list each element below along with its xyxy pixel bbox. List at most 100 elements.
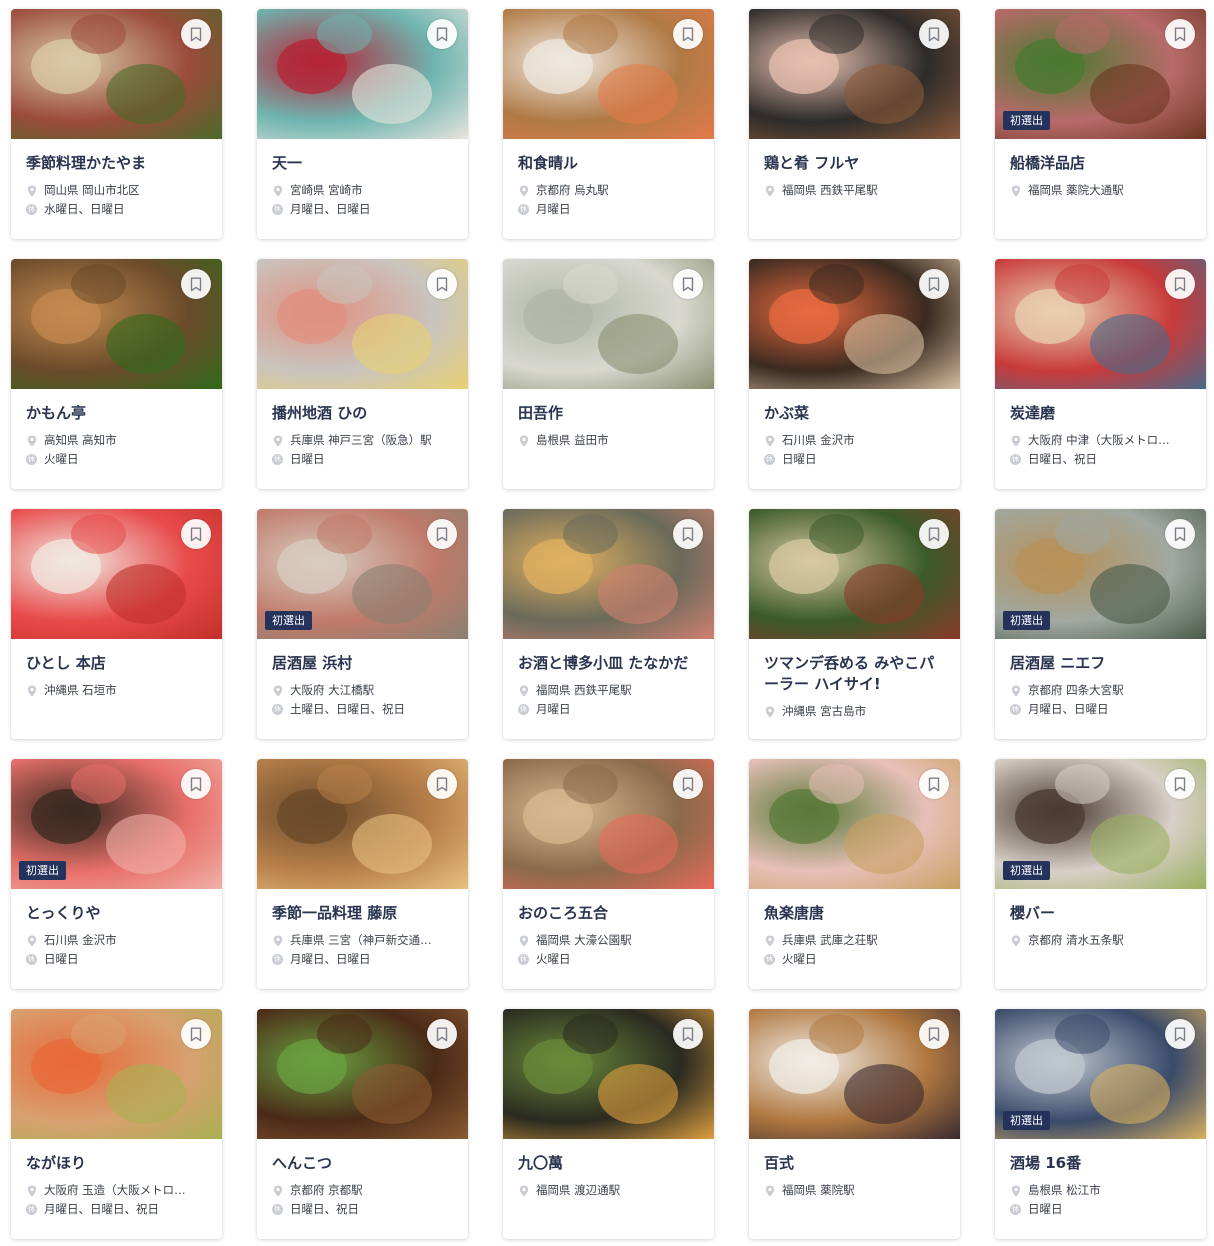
- restaurant-name[interactable]: 居酒屋 ニエフ: [1010, 653, 1191, 674]
- food-photo[interactable]: [749, 1009, 960, 1139]
- restaurant-card[interactable]: おのころ五合 福岡県 大濠公園駅 休 火曜日: [503, 759, 714, 989]
- restaurant-name[interactable]: 居酒屋 浜村: [272, 653, 453, 674]
- bookmark-button[interactable]: [1165, 19, 1195, 49]
- food-photo[interactable]: [257, 759, 468, 889]
- restaurant-card[interactable]: 鶏と肴 フルヤ 福岡県 西鉄平尾駅: [749, 9, 960, 239]
- restaurant-card[interactable]: 魚楽唐唐 兵庫県 武庫之荘駅 休 火曜日: [749, 759, 960, 989]
- restaurant-card[interactable]: 百式 福岡県 薬院駅: [749, 1009, 960, 1239]
- food-photo[interactable]: [11, 9, 222, 139]
- food-photo[interactable]: [257, 259, 468, 389]
- bookmark-button[interactable]: [427, 269, 457, 299]
- restaurant-card[interactable]: 初選出 とっくりや 石川県 金沢市 休 日曜日: [11, 759, 222, 989]
- bookmark-button[interactable]: [427, 19, 457, 49]
- food-photo[interactable]: [503, 509, 714, 639]
- food-photo[interactable]: [11, 509, 222, 639]
- bookmark-button[interactable]: [1165, 1019, 1195, 1049]
- bookmark-button[interactable]: [673, 269, 703, 299]
- restaurant-name[interactable]: 鶏と肴 フルヤ: [764, 153, 945, 174]
- restaurant-name[interactable]: 九〇萬: [518, 1153, 699, 1174]
- food-photo[interactable]: [503, 9, 714, 139]
- bookmark-button[interactable]: [427, 769, 457, 799]
- restaurant-card[interactable]: かもん亭 高知県 高知市 休 火曜日: [11, 259, 222, 489]
- restaurant-name[interactable]: 百式: [764, 1153, 945, 1174]
- food-photo[interactable]: [503, 759, 714, 889]
- restaurant-name[interactable]: 和食晴ル: [518, 153, 699, 174]
- bookmark-button[interactable]: [673, 519, 703, 549]
- restaurant-name[interactable]: ツマンデ呑める みやこパーラー ハイサイ!: [764, 653, 945, 695]
- bookmark-button[interactable]: [181, 519, 211, 549]
- bookmark-button[interactable]: [427, 1019, 457, 1049]
- food-photo[interactable]: [503, 1009, 714, 1139]
- restaurant-card[interactable]: 炭達磨 大阪府 中津（大阪メトロ… 休 日曜日、祝日: [995, 259, 1206, 489]
- bookmark-button[interactable]: [673, 19, 703, 49]
- restaurant-name[interactable]: 炭達磨: [1010, 403, 1191, 424]
- food-photo[interactable]: 初選出: [11, 759, 222, 889]
- restaurant-name[interactable]: 季節料理かたやま: [26, 153, 207, 174]
- restaurant-card[interactable]: 天一 宮崎県 宮崎市 休 月曜日、日曜日: [257, 9, 468, 239]
- restaurant-name[interactable]: 櫻バー: [1010, 903, 1191, 924]
- restaurant-name[interactable]: ひとし 本店: [26, 653, 207, 674]
- bookmark-button[interactable]: [673, 769, 703, 799]
- food-photo[interactable]: 初選出: [995, 759, 1206, 889]
- restaurant-card[interactable]: お酒と博多小皿 たなかだ 福岡県 西鉄平尾駅 休 月曜日: [503, 509, 714, 739]
- bookmark-button[interactable]: [181, 1019, 211, 1049]
- restaurant-card[interactable]: 季節一品料理 藤原 兵庫県 三宮（神戸新交通… 休 月曜日、日曜日: [257, 759, 468, 989]
- bookmark-button[interactable]: [919, 269, 949, 299]
- restaurant-name[interactable]: 船橋洋品店: [1010, 153, 1191, 174]
- restaurant-name[interactable]: おのころ五合: [518, 903, 699, 924]
- restaurant-name[interactable]: とっくりや: [26, 903, 207, 924]
- food-photo[interactable]: 初選出: [995, 1009, 1206, 1139]
- food-photo[interactable]: [11, 259, 222, 389]
- restaurant-card[interactable]: 初選出 船橋洋品店 福岡県 薬院大通駅: [995, 9, 1206, 239]
- restaurant-name[interactable]: お酒と博多小皿 たなかだ: [518, 653, 699, 674]
- food-photo[interactable]: [257, 1009, 468, 1139]
- bookmark-button[interactable]: [1165, 269, 1195, 299]
- food-photo[interactable]: [749, 259, 960, 389]
- food-photo[interactable]: 初選出: [257, 509, 468, 639]
- food-photo[interactable]: [257, 9, 468, 139]
- food-photo[interactable]: [995, 259, 1206, 389]
- restaurant-card[interactable]: 初選出 居酒屋 ニエフ 京都府 四条大宮駅 休 月曜日、日曜日: [995, 509, 1206, 739]
- restaurant-name[interactable]: 播州地酒 ひの: [272, 403, 453, 424]
- food-photo[interactable]: 初選出: [995, 509, 1206, 639]
- bookmark-button[interactable]: [919, 519, 949, 549]
- restaurant-card[interactable]: 九〇萬 福岡県 渡辺通駅: [503, 1009, 714, 1239]
- restaurant-name[interactable]: 天一: [272, 153, 453, 174]
- restaurant-name[interactable]: ながほり: [26, 1153, 207, 1174]
- bookmark-button[interactable]: [919, 769, 949, 799]
- food-photo[interactable]: [749, 509, 960, 639]
- restaurant-card[interactable]: 初選出 酒場 16番 島根県 松江市 休 日曜日: [995, 1009, 1206, 1239]
- restaurant-card[interactable]: へんこつ 京都府 京都駅 休 日曜日、祝日: [257, 1009, 468, 1239]
- restaurant-card[interactable]: 和食晴ル 京都府 烏丸駅 休 月曜日: [503, 9, 714, 239]
- food-photo[interactable]: [503, 259, 714, 389]
- restaurant-card[interactable]: 田吾作 島根県 益田市: [503, 259, 714, 489]
- bookmark-button[interactable]: [919, 19, 949, 49]
- bookmark-button[interactable]: [181, 19, 211, 49]
- restaurant-card[interactable]: 播州地酒 ひの 兵庫県 神戸三宮（阪急）駅 休 日曜日: [257, 259, 468, 489]
- restaurant-card[interactable]: ながほり 大阪府 玉造（大阪メトロ… 休 月曜日、日曜日、祝日: [11, 1009, 222, 1239]
- restaurant-card[interactable]: ひとし 本店 沖縄県 石垣市: [11, 509, 222, 739]
- restaurant-card[interactable]: 初選出 居酒屋 浜村 大阪府 大江橋駅 休 土曜日、日曜日、祝日: [257, 509, 468, 739]
- bookmark-button[interactable]: [427, 519, 457, 549]
- restaurant-card[interactable]: ツマンデ呑める みやこパーラー ハイサイ! 沖縄県 宮古島市: [749, 509, 960, 739]
- food-photo[interactable]: [749, 759, 960, 889]
- bookmark-button[interactable]: [181, 769, 211, 799]
- bookmark-button[interactable]: [1165, 769, 1195, 799]
- restaurant-name[interactable]: 田吾作: [518, 403, 699, 424]
- restaurant-card[interactable]: かぶ菜 石川県 金沢市 休 日曜日: [749, 259, 960, 489]
- restaurant-name[interactable]: 季節一品料理 藤原: [272, 903, 453, 924]
- restaurant-name[interactable]: かもん亭: [26, 403, 207, 424]
- bookmark-button[interactable]: [673, 1019, 703, 1049]
- restaurant-card[interactable]: 初選出 櫻バー 京都府 清水五条駅: [995, 759, 1206, 989]
- restaurant-name[interactable]: かぶ菜: [764, 403, 945, 424]
- bookmark-button[interactable]: [1165, 519, 1195, 549]
- restaurant-card[interactable]: 季節料理かたやま 岡山県 岡山市北区 休 水曜日、日曜日: [11, 9, 222, 239]
- bookmark-button[interactable]: [919, 1019, 949, 1049]
- restaurant-name[interactable]: へんこつ: [272, 1153, 453, 1174]
- restaurant-name[interactable]: 魚楽唐唐: [764, 903, 945, 924]
- bookmark-button[interactable]: [181, 269, 211, 299]
- food-photo[interactable]: [11, 1009, 222, 1139]
- food-photo[interactable]: [749, 9, 960, 139]
- food-photo[interactable]: 初選出: [995, 9, 1206, 139]
- restaurant-name[interactable]: 酒場 16番: [1010, 1153, 1191, 1174]
